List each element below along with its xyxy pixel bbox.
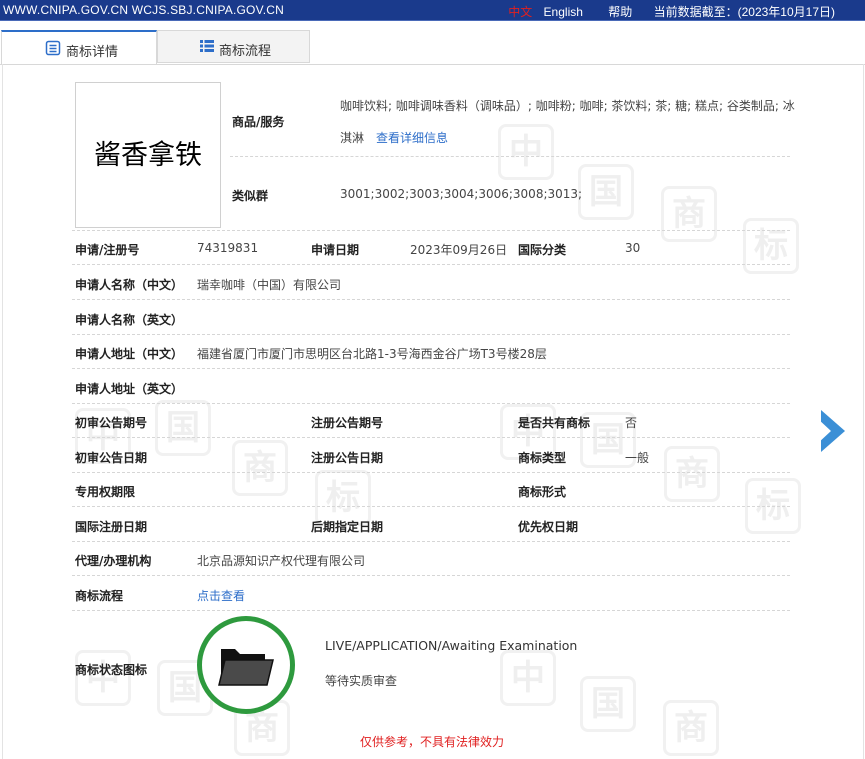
prelim-pub-date-label: 初审公告日期 [75, 451, 148, 465]
row-divider [230, 156, 790, 157]
reg-no-label: 申请/注册号 [75, 243, 140, 257]
help-link[interactable]: 帮助 [608, 5, 632, 19]
trademark-image: 酱香拿铁 [75, 82, 221, 228]
watermark: 商 [661, 186, 717, 242]
goods-services-value-cont: 淇淋 [340, 131, 365, 145]
goods-services-label: 商品/服务 [232, 115, 285, 129]
apply-date-label: 申请日期 [311, 243, 360, 257]
reg-no-value: 74319831 [197, 241, 259, 255]
watermark: 商 [663, 700, 719, 756]
top-bar-right: 中文 English 帮助 当前数据截至：(2023年10月17日) [508, 3, 835, 20]
tab-label: 商标流程 [219, 44, 272, 59]
watermark: 中 [75, 650, 131, 706]
applicant-cn-value: 瑞幸咖啡（中国）有限公司 [197, 278, 342, 292]
status-icon-label: 商标状态图标 [75, 663, 148, 677]
apply-date-value: 2023年09月26日 [410, 243, 508, 257]
tab-trademark-detail[interactable]: 商标详情 [1, 30, 157, 65]
row-divider [72, 541, 790, 542]
process-label: 商标流程 [75, 589, 124, 603]
row-divider [72, 334, 790, 335]
watermark: 标 [743, 218, 799, 274]
row-divider [72, 610, 790, 611]
view-process-link[interactable]: 点击查看 [197, 587, 245, 604]
status-ring [197, 616, 295, 714]
tm-type-label: 商标类型 [518, 451, 567, 465]
agent-label: 代理/办理机构 [75, 554, 152, 568]
row-divider [72, 506, 790, 507]
shared-tm-value: 否 [625, 416, 638, 430]
intl-reg-date-label: 国际注册日期 [75, 520, 148, 534]
watermark: 国 [578, 164, 634, 220]
watermark: 国 [580, 676, 636, 732]
list-icon [200, 40, 214, 52]
agent-value: 北京品源知识产权代理有限公司 [197, 554, 366, 568]
watermark: 商 [232, 440, 288, 496]
folder-icon [218, 649, 274, 686]
data-as-of: 当前数据截至：(2023年10月17日) [653, 5, 835, 19]
shared-tm-label: 是否共有商标 [518, 416, 591, 430]
watermark: 中 [498, 124, 554, 180]
lang-english-link[interactable]: English [544, 5, 583, 19]
applicant-cn-label: 申请人名称（中文） [75, 278, 184, 292]
next-arrow-notch [817, 418, 831, 444]
watermark: 商 [664, 446, 720, 502]
disclaimer: 仅供参考，不具有法律效力 [360, 735, 505, 749]
tab-trademark-process[interactable]: 商标流程 [157, 30, 310, 63]
address-en-label: 申请人地址（英文） [75, 382, 184, 396]
view-details-link[interactable]: 查看详细信息 [376, 129, 448, 146]
row-divider [72, 575, 790, 576]
row-divider [72, 472, 790, 473]
tab-label: 商标详情 [66, 45, 119, 60]
prelim-pub-no-label: 初审公告期号 [75, 416, 148, 430]
intl-class-value: 30 [625, 241, 641, 255]
row-divider [72, 403, 790, 404]
document-icon [45, 40, 61, 56]
row-divider [72, 230, 790, 231]
row-divider [72, 264, 790, 265]
applicant-en-label: 申请人名称（英文） [75, 313, 184, 327]
tm-type-value: 一般 [625, 451, 650, 465]
site-urls[interactable]: WWW.CNIPA.GOV.CN WCJS.SBJ.CNIPA.GOV.CN [3, 3, 284, 17]
trademark-image-text: 酱香拿铁 [94, 140, 202, 171]
status-cn: 等待实质审查 [325, 674, 398, 688]
goods-services-value: 咖啡饮料; 咖啡调味香料（调味品）; 咖啡粉; 咖啡; 茶饮料; 茶; 糖; 糕… [340, 99, 795, 113]
watermark: 国 [155, 400, 211, 456]
lang-chinese-link[interactable]: 中文 [508, 5, 532, 19]
tab-bar: 商标详情 商标流程 [0, 30, 865, 65]
tm-form-label: 商标形式 [518, 485, 567, 499]
reg-pub-date-label: 注册公告日期 [311, 451, 384, 465]
topbar-divider [0, 20, 865, 21]
address-cn-value: 福建省厦门市厦门市思明区台北路1-3号海西金谷广场T3号楼28层 [197, 347, 547, 361]
similar-group-label: 类似群 [232, 189, 269, 203]
status-en: LIVE/APPLICATION/Awaiting Examination [325, 638, 578, 653]
later-designation-label: 后期指定日期 [311, 520, 384, 534]
reg-pub-no-label: 注册公告期号 [311, 416, 384, 430]
watermark: 中 [500, 650, 556, 706]
similar-group-value: 3001;3002;3003;3004;3006;3008;3013; [340, 187, 583, 201]
intl-class-label: 国际分类 [518, 243, 567, 257]
address-cn-label: 申请人地址（中文） [75, 347, 184, 361]
row-divider [72, 299, 790, 300]
row-divider [72, 437, 790, 438]
exclusive-period-label: 专用权期限 [75, 485, 136, 499]
row-divider [72, 368, 790, 369]
top-bar: WWW.CNIPA.GOV.CN WCJS.SBJ.CNIPA.GOV.CN 中… [0, 0, 865, 20]
priority-date-label: 优先权日期 [518, 520, 579, 534]
